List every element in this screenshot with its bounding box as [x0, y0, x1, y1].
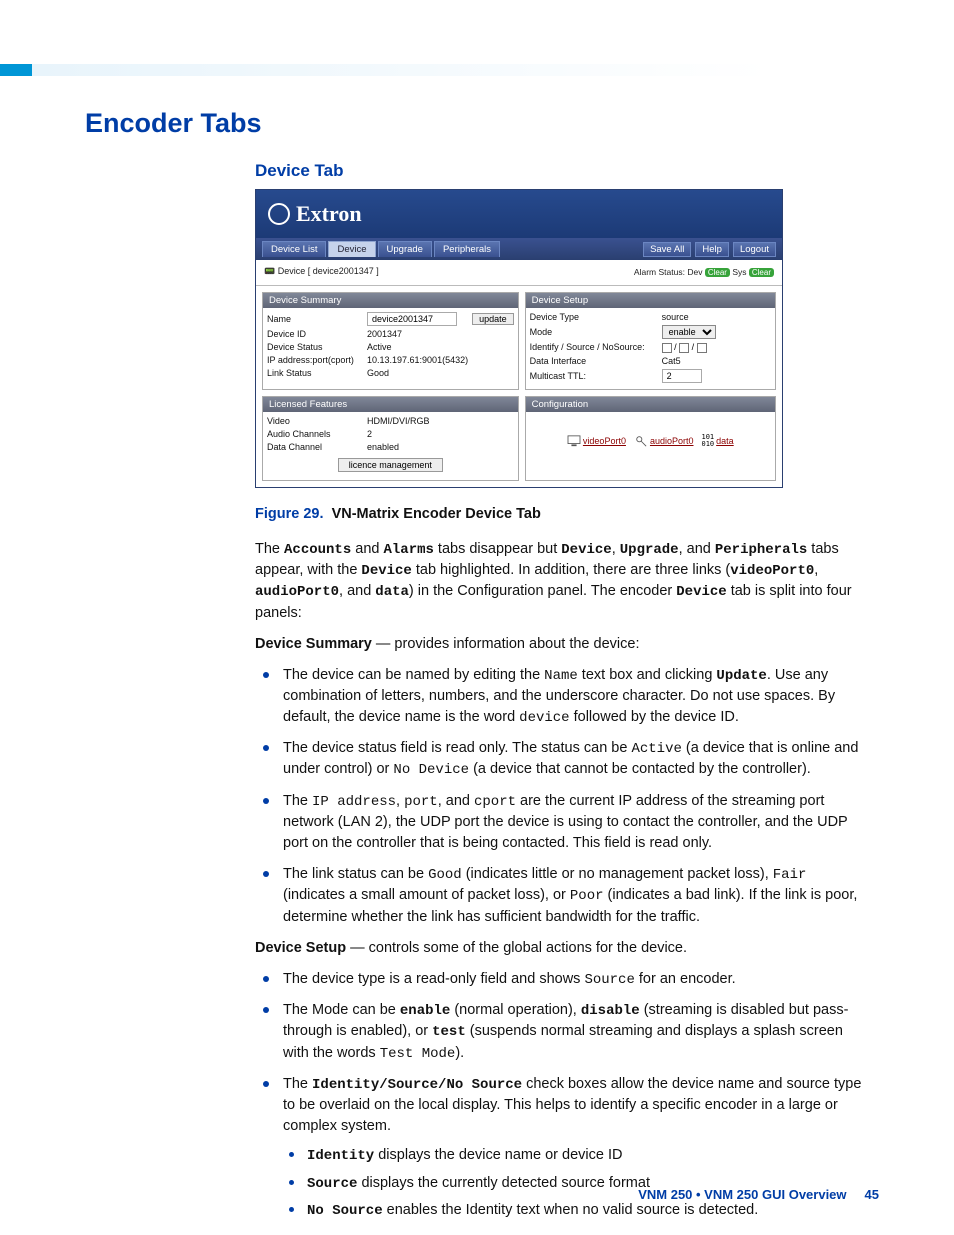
tab-device[interactable]: Device — [328, 241, 375, 257]
label-link-status: Link Status — [267, 368, 363, 378]
header-gradient — [32, 64, 954, 76]
page-footer: VNM 250 • VNM 250 GUI Overview45 — [85, 1186, 879, 1205]
link-data[interactable]: data — [716, 436, 734, 446]
device-summary-intro: Device Summary — provides information ab… — [255, 634, 865, 655]
list-item: The IP address, port, and cport are the … — [255, 791, 865, 854]
section-heading: Encoder Tabs — [85, 108, 879, 139]
value-data-channel: enabled — [367, 442, 514, 452]
breadcrumb-bar: 📟 Device [ device2001347 ] Alarm Status:… — [256, 260, 782, 286]
label-audio-channels: Audio Channels — [267, 429, 363, 439]
link-audioport0[interactable]: audioPort0 — [650, 436, 694, 446]
label-name: Name — [267, 314, 363, 324]
body-text: Figure 29. VN-Matrix Encoder Device Tab … — [255, 504, 865, 1222]
value-link-status: Good — [367, 368, 468, 378]
licensed-features-panel: Licensed Features Video HDMI/DVI/RGB Aud… — [262, 396, 519, 481]
update-button[interactable]: update — [472, 313, 514, 325]
value-video: HDMI/DVI/RGB — [367, 416, 514, 426]
binary-icon: 101 010 — [702, 434, 715, 448]
label-video: Video — [267, 416, 363, 426]
value-device-type: source — [662, 312, 771, 322]
link-videoport0[interactable]: videoPort0 — [583, 436, 626, 446]
label-ip: IP address:port(cport) — [267, 355, 363, 365]
label-data-interface: Data Interface — [530, 356, 658, 366]
device-setup-panel: Device Setup Device Type source Mode ena… — [525, 292, 776, 390]
list-item: The Mode can be enable (normal operation… — [255, 1000, 865, 1064]
monitor-icon — [567, 435, 581, 447]
brand-bar: Extron — [256, 190, 782, 238]
value-data-interface: Cat5 — [662, 356, 771, 366]
configuration-panel: Configuration videoPort0 audioPort0 101 … — [525, 396, 776, 481]
identity-sublist: Identity displays the device name or dev… — [283, 1145, 865, 1221]
tabs-row: Device List Device Upgrade Peripherals S… — [256, 238, 782, 260]
label-device-status: Device Status — [267, 342, 363, 352]
label-device-id: Device ID — [267, 329, 363, 339]
list-item: The link status can be Good (indicates l… — [255, 864, 865, 928]
device-setup-list: The device type is a read-only field and… — [255, 969, 865, 1221]
panel-grid: Device Summary Name device2001347 update… — [256, 286, 782, 487]
figure-caption: Figure 29. VN-Matrix Encoder Device Tab — [255, 504, 865, 525]
tab-peripherals[interactable]: Peripherals — [434, 241, 500, 257]
value-ip: 10.13.197.61:9001(5432) — [367, 355, 468, 365]
alarm-status: Alarm Status: Dev Clear Sys Clear — [634, 267, 774, 277]
ttl-input[interactable]: 2 — [662, 369, 702, 383]
page-content: Encoder Tabs Device Tab Extron Device Li… — [85, 108, 879, 1205]
breadcrumb: 📟 Device [ device2001347 ] — [264, 266, 379, 277]
device-summary-panel: Device Summary Name device2001347 update… — [262, 292, 519, 390]
brand-text: Extron — [296, 201, 362, 227]
brand-logo: Extron — [268, 201, 362, 227]
value-device-status: Active — [367, 342, 468, 352]
sys-clear-badge[interactable]: Clear — [749, 268, 774, 277]
dev-clear-badge[interactable]: Clear — [705, 268, 730, 277]
logout-button[interactable]: Logout — [733, 242, 776, 257]
subsection-heading: Device Tab — [255, 161, 879, 181]
source-checkbox[interactable] — [679, 343, 689, 353]
value-device-id: 2001347 — [367, 329, 468, 339]
panel-head-summary: Device Summary — [263, 293, 518, 308]
help-button[interactable]: Help — [695, 242, 729, 257]
microphone-icon — [634, 435, 648, 447]
tab-upgrade[interactable]: Upgrade — [378, 241, 432, 257]
panel-head-config: Configuration — [526, 397, 775, 412]
label-device-type: Device Type — [530, 312, 658, 322]
device-setup-intro: Device Setup — controls some of the glob… — [255, 938, 865, 959]
device-summary-list: The device can be named by editing the N… — [255, 665, 865, 928]
panel-head-setup: Device Setup — [526, 293, 775, 308]
tab-device-list[interactable]: Device List — [262, 241, 326, 257]
screenshot-panel: Extron Device List Device Upgrade Periph… — [255, 189, 783, 488]
intro-paragraph: The Accounts and Alarms tabs disappear b… — [255, 539, 865, 624]
label-mode: Mode — [530, 327, 658, 337]
save-all-button[interactable]: Save All — [643, 242, 691, 257]
logo-icon — [268, 203, 290, 225]
label-multicast-ttl: Multicast TTL: — [530, 371, 658, 381]
label-data-channel: Data Channel — [267, 442, 363, 452]
licence-management-button[interactable]: licence management — [338, 458, 443, 472]
label-identify-source: Identify / Source / NoSource: — [530, 342, 658, 352]
accent-stripe — [0, 64, 32, 76]
mode-select[interactable]: enable — [662, 325, 716, 339]
panel-head-licensed: Licensed Features — [263, 397, 518, 412]
list-item: Identity displays the device name or dev… — [283, 1145, 865, 1166]
name-input[interactable]: device2001347 — [367, 312, 457, 326]
list-item: The device type is a read-only field and… — [255, 969, 865, 990]
list-item: The device status field is read only. Th… — [255, 738, 865, 781]
value-audio-channels: 2 — [367, 429, 514, 439]
list-item: The device can be named by editing the N… — [255, 665, 865, 729]
identify-checkbox[interactable] — [662, 343, 672, 353]
nosource-checkbox[interactable] — [697, 343, 707, 353]
